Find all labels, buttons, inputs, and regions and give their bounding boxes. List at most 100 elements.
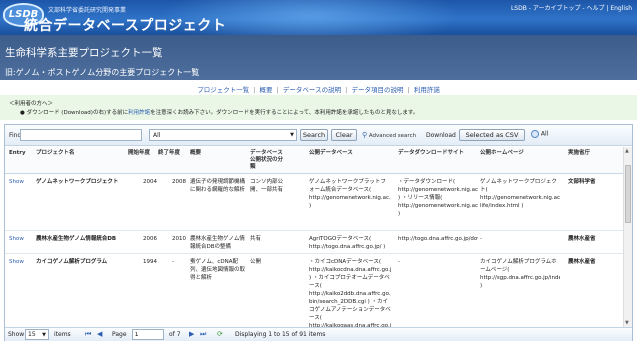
table-row[interactable]: Show 農林水産生物ゲノム情報統合DB 2006 2010 農林水産生物ゲノム…	[5, 232, 623, 254]
search-button[interactable]: Search	[300, 129, 328, 141]
cell-download-site: -	[398, 259, 400, 265]
download-all-option[interactable]: All	[531, 130, 548, 138]
nav-link-data-items[interactable]: データ項目の説明	[351, 86, 403, 94]
page-number-input[interactable]	[132, 329, 164, 340]
notice-before: ダウンロード (Download)の右)する前に	[26, 110, 129, 116]
table-row[interactable]: Show カイコゲノム解析プログラム 1994 - 蚕ゲノム、cDNA配列、遺伝…	[5, 255, 623, 327]
top-links: LSDB - アーカイブトップ - ヘルプ | English	[511, 3, 632, 12]
top-link-archive[interactable]: アーカイブトップ	[533, 5, 581, 12]
col-summary[interactable]: 概要	[190, 150, 248, 157]
cell-homepage: カイコゲノム解析プログラムホームページ( http://sgp.dna.affr…	[480, 259, 560, 289]
scroll-down-icon[interactable]: ▼	[625, 320, 629, 326]
chevron-down-icon: ▼	[42, 332, 46, 338]
find-input[interactable]	[20, 129, 142, 141]
col-end-year[interactable]: 終了年度	[158, 150, 186, 157]
site-header: LSDB 文部科学省委託研究開発事業 統合データベースプロジェクト LSDB -…	[0, 0, 637, 35]
advanced-search-link[interactable]: ⚲ Advanced search	[362, 131, 416, 139]
page-size-value: 15	[28, 331, 36, 338]
chevron-down-icon: ▼	[290, 132, 294, 138]
cell-project-name: 農林水産生物ゲノム情報統合DB	[36, 236, 117, 242]
scroll-up-icon[interactable]: ▲	[625, 148, 629, 154]
col-ministry[interactable]: 実施省庁	[568, 150, 606, 157]
show-link[interactable]: Show	[9, 235, 29, 243]
usage-notice: ＜利用者の方へ＞ ● ダウンロード (Download)の右)する前に利用許諾を…	[0, 95, 637, 120]
col-start-year[interactable]: 開始年度	[128, 150, 154, 157]
column-headers: Entry プロジェクト名 開始年度 終了年度 概要 データベース公開状況の分類…	[5, 147, 623, 174]
next-page-icon[interactable]: ▶	[189, 330, 194, 338]
filter-select[interactable]: All ▼	[149, 129, 297, 141]
cell-public-db: ・カイコcDNAデータベース( http://kaikocdna.dna.aff…	[309, 259, 391, 327]
cell-summary: 遺伝子の発現調節機構に関わる網羅的な解析	[190, 179, 246, 193]
page-size-select[interactable]: 15 ▼	[25, 329, 49, 340]
cell-project-name: カイコゲノム解析プログラム	[36, 259, 108, 265]
col-public-db[interactable]: 公開データベース	[309, 150, 389, 157]
download-label: Download	[426, 132, 456, 139]
nav-link-project-list[interactable]: プロジェクト一覧	[197, 86, 249, 94]
col-download-site[interactable]: データダウンロードサイト	[398, 150, 478, 157]
refresh-icon[interactable]: ⟳	[217, 330, 223, 338]
show-label: Show	[8, 331, 25, 338]
clear-button[interactable]: Clear	[331, 129, 357, 141]
col-entry[interactable]: Entry	[9, 150, 29, 157]
page-subtitle: 旧:ゲノム・ポストゲノム分野の主要プロジェクト一覧	[5, 68, 200, 77]
cell-end-year: -	[172, 259, 174, 265]
cell-public-db: ゲノムネットワークプラットフォーム統合データベース( http://genome…	[309, 179, 391, 209]
scrollbar-thumb[interactable]	[625, 165, 631, 223]
cell-start-year: 1994	[143, 259, 157, 265]
pager-bar: Show 15 ▼ items ⏮ ◀ Page of 7 ▶ ⏭ ⟳ Displ…	[5, 327, 632, 341]
notice-heading: ＜利用者の方へ＞	[9, 101, 54, 107]
cell-ministry: 文部科学省	[568, 179, 596, 185]
show-link[interactable]: Show	[9, 178, 29, 186]
cell-start-year: 2004	[143, 179, 157, 185]
top-link-lsdb[interactable]: LSDB	[511, 5, 527, 12]
cell-end-year: 2008	[172, 179, 186, 185]
header-subtitle: 文部科学省委託研究開発事業	[48, 7, 127, 14]
top-link-help[interactable]: ヘルプ	[586, 5, 604, 12]
grid-toolbar: Find All ▼ Search Clear ⚲ Advanced search…	[5, 125, 632, 146]
cell-summary: 農林水産生物ゲノム情報統合DBの整備	[190, 236, 245, 250]
col-project-name[interactable]: プロジェクト名	[36, 150, 126, 157]
items-label: items	[54, 331, 71, 338]
cell-homepage: -	[480, 236, 482, 242]
nav-separator: |	[276, 86, 279, 94]
notice-after: を注意深くお読み下さい。ダウンロードを実行することによって、本利用許諾を承諾した…	[150, 110, 419, 116]
nav-link-overview[interactable]: 概要	[260, 86, 273, 94]
license-link[interactable]: 利用許諾	[128, 110, 150, 116]
nav-separator: |	[253, 86, 256, 94]
table-row[interactable]: Show ゲノムネットワークプロジェクト 2004 2008 遺伝子の発現調節機…	[5, 175, 623, 231]
grid-rows: Show ゲノムネットワークプロジェクト 2004 2008 遺伝子の発現調節機…	[5, 175, 623, 327]
nav-link-license[interactable]: 利用許諾	[414, 86, 440, 94]
cell-public-db: AgriTOGOデータベース( http://togo.dna.affrc.go…	[309, 236, 386, 250]
cell-ministry: 農林水産省	[568, 259, 596, 265]
bullet-icon: ●	[20, 110, 25, 116]
cell-start-year: 2006	[143, 236, 157, 242]
nav-link-db-description[interactable]: データベースの説明	[283, 86, 341, 94]
cell-project-name: ゲノムネットワークプロジェクト	[36, 179, 119, 185]
notice-text: ● ダウンロード (Download)の右)する前に利用許諾を注意深くお読み下さ…	[20, 108, 418, 116]
page-label: Page	[112, 331, 127, 338]
last-page-icon[interactable]: ⏭	[200, 330, 206, 339]
nav-separator: |	[345, 86, 348, 94]
cell-db-status: 共有	[250, 236, 262, 242]
first-page-icon[interactable]: ⏮	[85, 330, 91, 339]
top-link-english[interactable]: English	[610, 5, 632, 12]
magnifier-icon: ⚲	[362, 131, 368, 139]
cell-db-status: コンソ内部公開、一部共有	[250, 179, 284, 193]
all-label: All	[540, 130, 549, 138]
cell-homepage: ゲノムネットワークプロジェクト( http://genomenetwork.ni…	[480, 179, 560, 209]
col-db-status[interactable]: データベース公開状況の分類	[250, 150, 288, 171]
col-homepage[interactable]: 公開ホームページ	[480, 150, 555, 157]
filter-select-value: All	[153, 132, 161, 139]
prev-page-icon[interactable]: ◀	[97, 330, 102, 338]
nav-links: プロジェクト一覧 | 概要 | データベースの説明 | データ項目の説明 | 利…	[0, 84, 637, 94]
cell-download-site: http://togo.dna.affrc.go.jp/download.htm…	[398, 236, 478, 242]
vertical-scrollbar[interactable]: ▲ ▼	[623, 147, 632, 327]
cell-ministry: 農林水産省	[568, 236, 596, 242]
cell-download-site: ・データダウンロード( http://genomenetwork.nig.ac.…	[398, 179, 478, 217]
advanced-search-label: Advanced search	[368, 133, 417, 139]
download-csv-button[interactable]: Selected as CSV	[459, 129, 525, 141]
show-link[interactable]: Show	[9, 258, 29, 266]
project-grid: Find All ▼ Search Clear ⚲ Advanced search…	[4, 124, 633, 341]
page-title: 生命科学系主要プロジェクト一覧	[5, 47, 163, 59]
page-count-label: of 7	[169, 331, 181, 338]
